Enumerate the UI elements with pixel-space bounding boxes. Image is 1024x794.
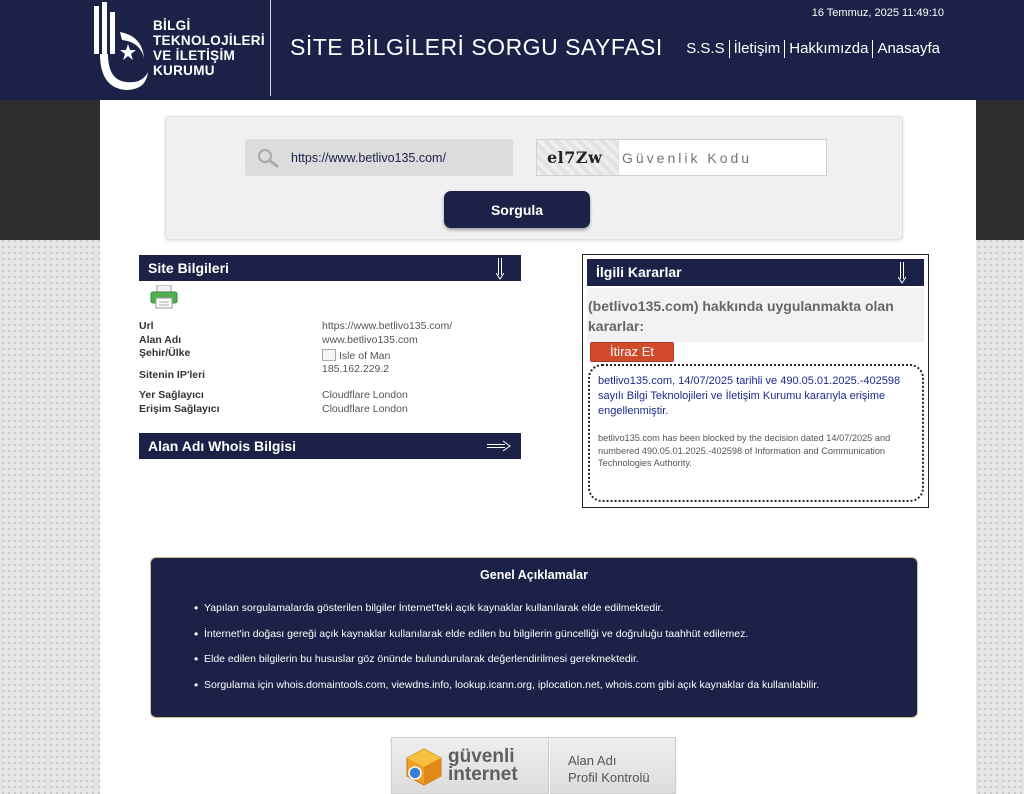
label-city-country: Şehir/Ülke — [139, 347, 191, 359]
list-item: Yapılan sorgulamalarda gösterilen bilgil… — [194, 601, 819, 628]
badge-text: Alan Adı Profil Kontrolü — [568, 752, 650, 786]
right-arrow-icon — [487, 440, 511, 452]
logo-line: VE İLETİŞİM — [153, 48, 236, 63]
header: BİLGİ TEKNOLOJİLERİ VE İLETİŞİM KURUMU S… — [0, 0, 1024, 100]
query-button[interactable]: Sorgula — [444, 191, 590, 228]
general-notes-list: Yapılan sorgulamalarda gösterilen bilgil… — [194, 601, 819, 705]
label-host: Yer Sağlayıcı — [139, 389, 204, 401]
decision-card: betlivo135.com, 14/07/2025 tarihli ve 49… — [588, 364, 924, 502]
search-panel: el7Zw Sorgula — [165, 116, 903, 240]
down-arrow-icon — [496, 258, 504, 280]
label-domain: Alan Adı — [139, 333, 182, 346]
logo-line: KURUMU — [153, 63, 215, 78]
label-ips: Sitenin IP'leri — [139, 369, 206, 381]
security-code-input[interactable] — [622, 148, 817, 168]
decisions-title: İlgili Kararlar — [596, 264, 682, 280]
site-info-values: https://www.betlivo135.com/ www.betlivo1… — [322, 320, 452, 416]
decisions-subtitle: (betlivo135.com) hakkında uygulanmakta o… — [587, 288, 924, 342]
datetime: 16 Temmuz, 2025 11:49:10 — [811, 7, 944, 19]
list-item: İnternet'in doğası gereği açık kaynaklar… — [194, 627, 819, 654]
guvenli-internet-badge[interactable]: güvenli internet Alan Adı Profil Kontrol… — [391, 737, 676, 794]
decisions-box: İlgili Kararlar (betlivo135.com) hakkınd… — [582, 254, 929, 508]
list-item: Elde edilen bilgilerin bu hususlar göz ö… — [194, 652, 819, 679]
flag-icon — [322, 349, 336, 361]
value-host: Cloudflare London — [322, 389, 408, 401]
logo-text: BİLGİ TEKNOLOJİLERİ VE İLETİŞİM KURUMU — [153, 18, 265, 78]
printer-icon[interactable] — [150, 285, 178, 309]
badge-text-line: Profil Kontrolü — [568, 770, 650, 785]
search-icon — [257, 148, 279, 168]
down-arrow-icon — [898, 262, 906, 284]
list-item: Sorgulama için whois.domaintools.com, vi… — [194, 678, 819, 705]
logo-line: BİLGİ — [153, 18, 191, 33]
site-info-title: Site Bilgileri — [148, 260, 229, 276]
url-input[interactable] — [291, 148, 506, 168]
url-input-wrap — [245, 139, 513, 176]
header-divider — [270, 0, 271, 96]
nav-home[interactable]: Anasayfa — [872, 40, 944, 58]
general-notes-title: Genel Açıklamalar — [480, 568, 588, 582]
secure-internet-icon — [406, 748, 442, 786]
label-access-provider: Erişim Sağlayıcı — [139, 402, 220, 415]
badge-divider — [548, 738, 550, 794]
page-title: SİTE BİLGİLERİ SORGU SAYFASI — [290, 34, 663, 60]
captcha-image: el7Zw — [537, 140, 619, 175]
nav-contact[interactable]: İletişim — [728, 40, 785, 58]
background-dark-left — [0, 100, 100, 240]
badge-brand: güvenli internet — [448, 747, 518, 785]
site-info-header[interactable]: Site Bilgileri — [139, 255, 521, 281]
value-city-country: Isle of Man — [322, 347, 452, 362]
top-nav: S.S.S İletişim Hakkımızda Anasayfa — [682, 40, 944, 58]
label-url: Url — [139, 320, 154, 332]
value-url: https://www.betlivo135.com/ — [322, 320, 453, 332]
general-notes-panel: Genel Açıklamalar Yapılan sorgulamalarda… — [150, 557, 918, 718]
badge-brand-line: internet — [448, 764, 518, 785]
logo-line: TEKNOLOJİLERİ — [153, 33, 265, 48]
whois-header[interactable]: Alan Adı Whois Bilgisi — [139, 433, 521, 459]
site-info-labels: Url Alan Adı Şehir/Ülke Sitenin IP'leri … — [139, 320, 220, 416]
value-domain: www.betlivo135.com — [322, 333, 418, 346]
decision-text-tr: betlivo135.com, 14/07/2025 tarihli ve 49… — [598, 375, 901, 417]
value-city-country-text: Isle of Man — [339, 350, 391, 362]
decision-text-en: betlivo135.com has been blocked by the d… — [598, 433, 891, 468]
nav-about[interactable]: Hakkımızda — [784, 40, 872, 58]
nav-sss[interactable]: S.S.S — [682, 40, 728, 58]
decisions-header[interactable]: İlgili Kararlar — [587, 259, 924, 286]
captcha-wrap: el7Zw — [536, 139, 827, 176]
background-dark-right — [976, 100, 1024, 240]
value-ips: 185.162.229.2 — [322, 363, 390, 375]
whois-title: Alan Adı Whois Bilgisi — [148, 438, 297, 454]
btk-logo-icon[interactable] — [92, 2, 152, 92]
value-access-provider: Cloudflare London — [322, 402, 408, 415]
badge-text-line: Alan Adı — [568, 753, 617, 768]
objection-button[interactable]: İtiraz Et — [590, 342, 674, 362]
